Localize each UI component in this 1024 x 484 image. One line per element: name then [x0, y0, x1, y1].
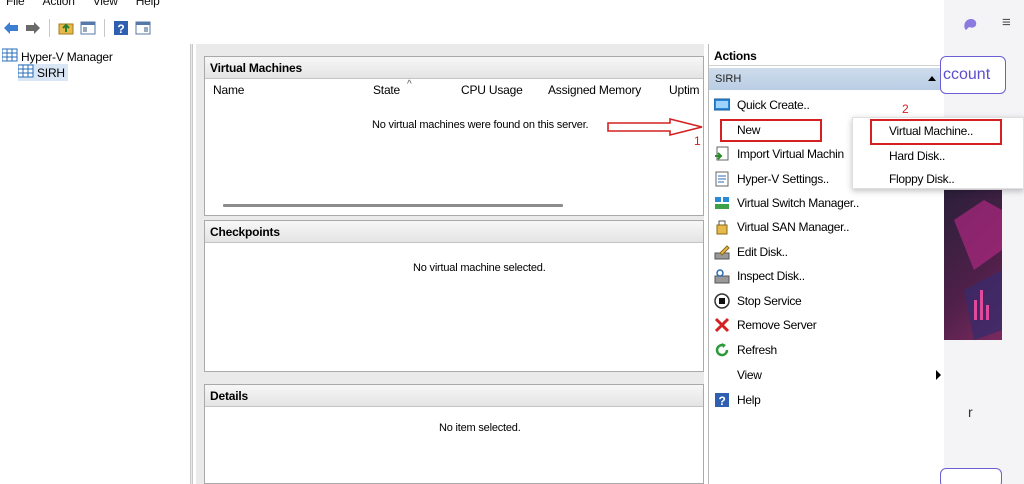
action-edit-disk[interactable]: Edit Disk..	[713, 241, 788, 263]
back-arrow-icon[interactable]	[2, 19, 20, 37]
annotation-step-1: 1	[694, 134, 701, 148]
actions-group-sirh[interactable]: SIRH	[709, 68, 944, 90]
action-label: Inspect Disk..	[737, 269, 805, 283]
checkpoints-title: Checkpoints	[205, 221, 703, 243]
menu-file[interactable]: File	[6, 0, 25, 10]
menu-bar: File Action View Help	[0, 0, 944, 10]
toolbar: ?	[0, 16, 944, 40]
menu-help[interactable]: Help	[136, 0, 160, 10]
action-label: Help	[737, 393, 761, 407]
hyper-v-manager-window: File Action View Help ? Hyper-V Manager …	[0, 0, 944, 484]
details-panel: Details No item selected.	[204, 384, 704, 484]
properties-pane-icon[interactable]	[134, 19, 152, 37]
switch-icon	[713, 195, 730, 212]
remove-icon	[713, 317, 730, 334]
action-import-virtual-machine[interactable]: Import Virtual Machin	[713, 143, 844, 165]
toolbar-separator	[104, 19, 105, 37]
column-cpu-usage[interactable]: CPU Usage	[461, 83, 523, 97]
horizontal-scrollbar[interactable]	[223, 204, 563, 207]
details-message: No item selected.	[439, 422, 521, 434]
center-pane: Virtual Machines Name State ^ CPU Usage …	[196, 44, 704, 484]
stop-icon	[713, 293, 730, 310]
column-state[interactable]: State	[373, 83, 400, 97]
column-uptime[interactable]: Uptim	[669, 83, 700, 97]
inspect-disk-icon	[713, 268, 730, 285]
pane-splitter[interactable]	[190, 44, 193, 484]
annotation-box-virtual-machine	[870, 119, 1002, 145]
sort-indicator-icon: ^	[407, 79, 412, 90]
background-card	[940, 468, 1002, 484]
tree-root-item[interactable]: Hyper-V Manager	[1, 48, 113, 65]
san-icon	[713, 219, 730, 236]
account-button[interactable]: ccount	[940, 56, 1006, 94]
tree-root-label: Hyper-V Manager	[21, 49, 113, 64]
action-label: Remove Server	[737, 318, 817, 332]
column-name[interactable]: Name	[213, 83, 244, 97]
action-label: Import Virtual Machin	[737, 147, 844, 161]
background-text-fragment: r	[968, 404, 973, 420]
action-virtual-switch-manager[interactable]: Virtual Switch Manager..	[713, 192, 859, 214]
virtual-machines-title: Virtual Machines	[205, 57, 703, 79]
import-icon	[713, 146, 730, 163]
forward-arrow-icon[interactable]	[24, 19, 42, 37]
quick-create-icon	[713, 97, 730, 114]
action-help[interactable]: ? Help	[713, 389, 761, 411]
action-label: Virtual Switch Manager..	[737, 196, 859, 210]
action-hyper-v-settings[interactable]: Hyper-V Settings..	[713, 168, 829, 190]
action-label: Hyper-V Settings..	[737, 172, 829, 186]
svg-text:?: ?	[718, 394, 725, 408]
account-button-label: ccount	[943, 66, 991, 83]
action-label: Stop Service	[737, 294, 802, 308]
action-label: Refresh	[737, 343, 777, 357]
action-inspect-disk[interactable]: Inspect Disk..	[713, 265, 805, 287]
edit-disk-icon	[713, 244, 730, 261]
svg-text:?: ?	[117, 22, 124, 36]
action-label: View	[737, 368, 762, 382]
console-tree: Hyper-V Manager SIRH	[0, 44, 190, 484]
action-label: Virtual SAN Manager..	[737, 220, 850, 234]
actions-group-label: SIRH	[715, 73, 742, 85]
checkpoints-panel: Checkpoints No virtual machine selected.	[204, 220, 704, 372]
tree-server-item[interactable]: SIRH	[17, 64, 68, 81]
refresh-icon	[713, 342, 730, 359]
hamburger-menu-icon[interactable]: ≡	[1002, 14, 1011, 31]
menu-view[interactable]: View	[93, 0, 118, 10]
actions-header: Actions	[709, 44, 944, 66]
server-icon	[17, 64, 34, 81]
up-folder-icon[interactable]	[57, 19, 75, 37]
vm-column-headers: Name State ^ CPU Usage Assigned Memory U…	[205, 79, 705, 99]
collapse-triangle-icon[interactable]	[928, 76, 936, 81]
action-quick-create[interactable]: Quick Create..	[713, 94, 810, 116]
hyper-v-manager-icon	[1, 48, 18, 65]
action-stop-service[interactable]: Stop Service	[713, 290, 802, 312]
menu-action[interactable]: Action	[43, 0, 75, 10]
action-label: Quick Create..	[737, 98, 810, 112]
help-icon: ?	[713, 392, 730, 409]
details-title: Details	[205, 385, 703, 407]
action-refresh[interactable]: Refresh	[713, 339, 777, 361]
toolbar-separator	[49, 19, 50, 37]
vm-empty-message: No virtual machines were found on this s…	[372, 119, 589, 131]
submenu-arrow-icon	[936, 370, 941, 380]
promo-image	[944, 190, 1002, 340]
action-view[interactable]: View	[713, 364, 941, 386]
action-remove-server[interactable]: Remove Server	[713, 314, 817, 336]
extension-icon[interactable]	[962, 16, 978, 32]
checkpoints-message: No virtual machine selected.	[413, 262, 546, 274]
action-virtual-san-manager[interactable]: Virtual SAN Manager..	[713, 216, 850, 238]
settings-icon	[713, 171, 730, 188]
submenu-hard-disk[interactable]: Hard Disk..	[889, 149, 945, 163]
column-assigned-memory[interactable]: Assigned Memory	[548, 83, 641, 97]
blank-icon	[713, 367, 730, 384]
action-label: Edit Disk..	[737, 245, 788, 259]
console-tree-icon[interactable]	[79, 19, 97, 37]
submenu-floppy-disk[interactable]: Floppy Disk..	[889, 172, 955, 186]
annotation-box-new	[720, 119, 822, 142]
annotation-step-2: 2	[902, 102, 909, 116]
help-icon[interactable]: ?	[112, 19, 130, 37]
tree-server-label: SIRH	[37, 65, 65, 80]
annotation-arrow-icon	[607, 117, 703, 137]
